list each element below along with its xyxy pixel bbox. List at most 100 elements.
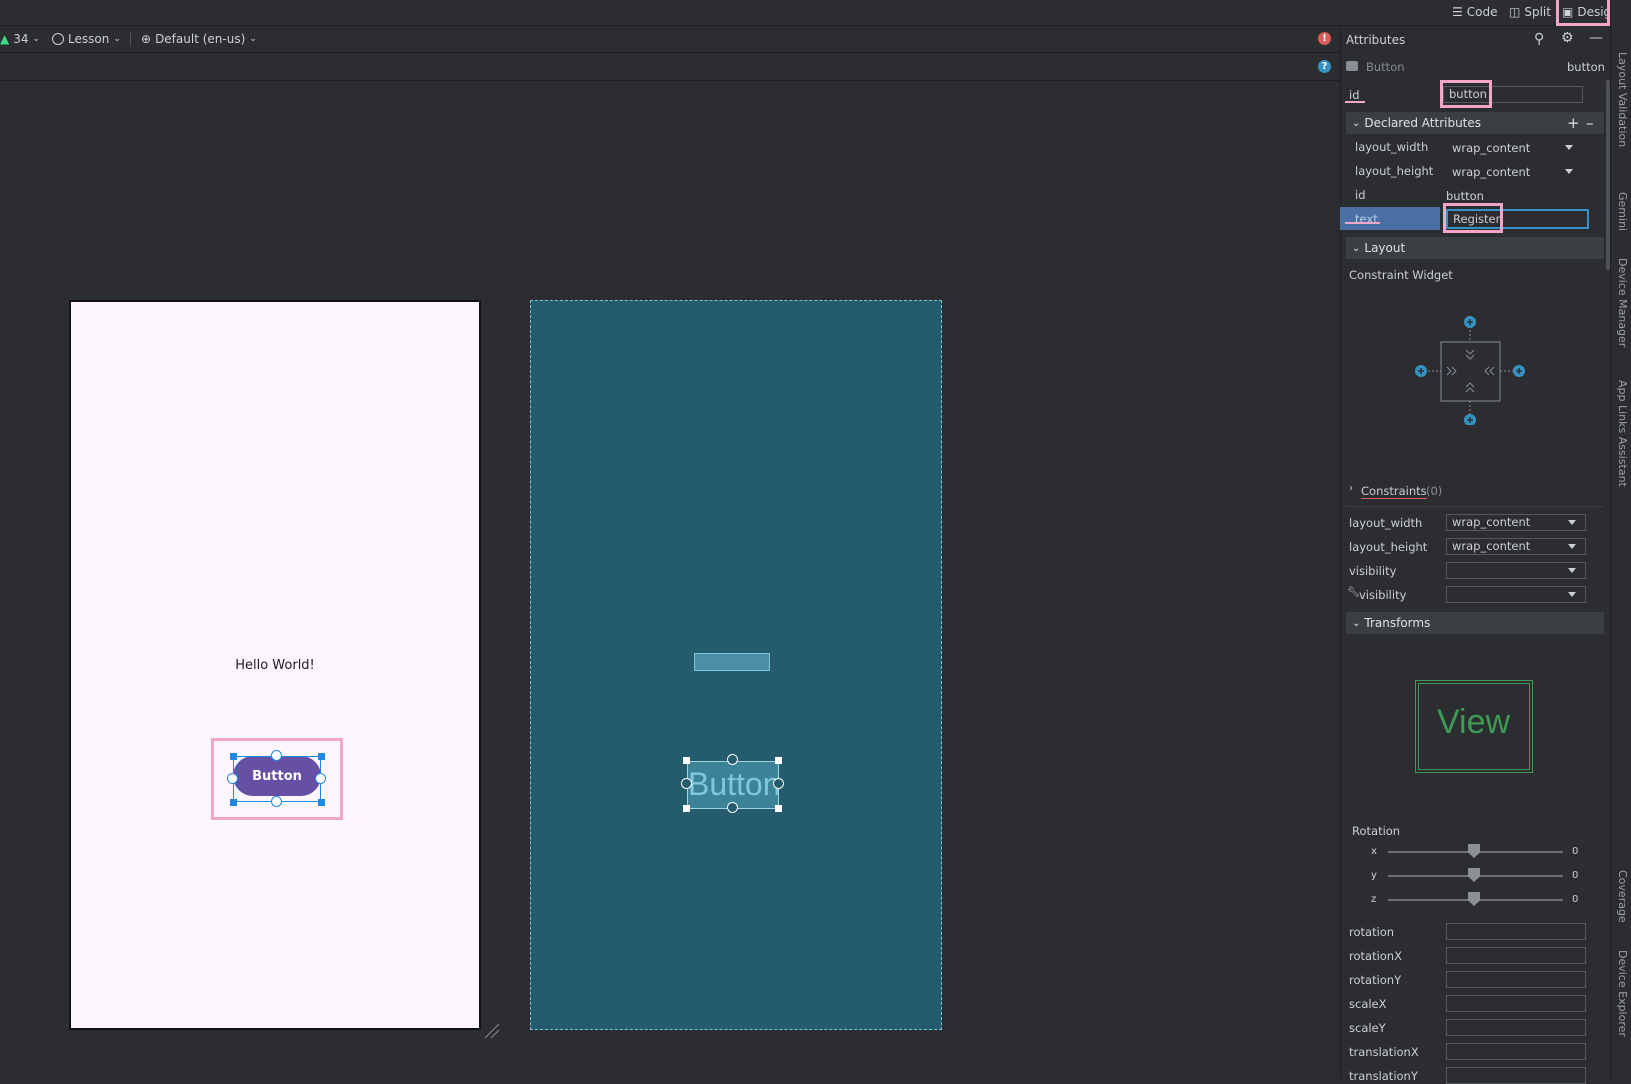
chevron-down-icon: ⌄ [32, 34, 41, 44]
widget-id: button [1567, 60, 1605, 74]
declared-attributes-header[interactable]: ⌄ Declared Attributes + – [1346, 112, 1604, 134]
attr-value[interactable]: wrap_content [1452, 165, 1530, 179]
minimize-icon[interactable]: — [1589, 30, 1603, 46]
side-tab-gemini[interactable]: Gemini [1616, 192, 1629, 231]
scaley-field[interactable] [1446, 1019, 1586, 1036]
highlight-box [1443, 203, 1503, 233]
widget-type: Button [1366, 60, 1405, 74]
constraint-anchor[interactable] [727, 754, 738, 765]
axis-value: 0 [1572, 894, 1579, 905]
dropdown-arrow-icon[interactable] [1563, 587, 1581, 602]
split-mode-button[interactable]: ◫ Split [1509, 3, 1551, 21]
add-icon[interactable]: + [1567, 114, 1580, 132]
chevron-down-icon: ⌄ [1352, 117, 1361, 129]
highlight-underline [1345, 222, 1380, 224]
android-icon: ▲ [0, 32, 10, 46]
resize-handle[interactable] [775, 805, 782, 812]
attr-name: scaleY [1349, 1021, 1386, 1035]
search-icon[interactable]: ⚲ [1534, 31, 1544, 47]
add-constraint-icon [1415, 365, 1427, 377]
rotation-label: Rotation [1352, 824, 1401, 838]
axis-value: 0 [1572, 870, 1579, 881]
dropdown-arrow-icon[interactable] [1560, 164, 1578, 179]
dropdown-arrow-icon[interactable] [1563, 539, 1581, 554]
highlight-box [211, 738, 343, 820]
transforms-header[interactable]: ⌄ Transforms [1346, 612, 1604, 634]
attr-name: layout_width [1355, 140, 1429, 154]
constraint-widget[interactable] [1410, 310, 1530, 425]
api-level-dropdown[interactable]: ▲ 34 ⌄ [0, 31, 40, 47]
rotationy-field[interactable] [1446, 971, 1586, 988]
constraint-anchor[interactable] [727, 802, 738, 813]
chevron-down-icon: ⌄ [1352, 617, 1361, 629]
design-surface[interactable]: Hello World! Button [69, 300, 481, 1030]
transform-preview: View [1415, 680, 1533, 773]
view-mode-bar: ☰ Code ◫ Split ▣ Design [0, 0, 1631, 26]
attr-name: translationX [1349, 1045, 1419, 1059]
chevron-down-icon: ⌄ [1352, 242, 1361, 254]
attr-name: rotationY [1349, 973, 1402, 987]
dropdown-arrow-icon[interactable] [1563, 515, 1581, 530]
code-icon: ☰ [1452, 5, 1463, 19]
secondary-toolbar: ? [0, 53, 1340, 81]
resize-corner-icon [484, 1023, 500, 1039]
attr-value[interactable]: button [1446, 189, 1484, 203]
layout-header[interactable]: ⌄ Layout [1346, 237, 1604, 259]
add-constraint-icon [1464, 414, 1476, 425]
blueprint-surface[interactable]: Button [530, 300, 942, 1030]
attr-name: visibility [1359, 588, 1407, 602]
right-tool-strip: Layout Validation Gemini Device Manager … [1610, 0, 1631, 1079]
divider [1346, 506, 1604, 507]
error-underline [1361, 498, 1427, 499]
scalex-field[interactable] [1446, 995, 1586, 1012]
constraint-widget-label: Constraint Widget [1349, 268, 1453, 282]
attr-name: rotation [1349, 925, 1395, 939]
constraints-label[interactable]: Constraints [1361, 484, 1427, 498]
constraint-anchor[interactable] [773, 778, 784, 789]
code-mode-button[interactable]: ☰ Code [1452, 3, 1498, 21]
help-icon[interactable]: ? [1318, 60, 1331, 73]
wrench-icon: 🔧︎ [1347, 587, 1360, 598]
attr-name: translationY [1349, 1069, 1418, 1083]
dropdown-arrow-icon[interactable] [1560, 140, 1578, 155]
remove-icon[interactable]: – [1586, 114, 1594, 132]
chevron-down-icon: ⌄ [249, 34, 257, 44]
side-tab-coverage[interactable]: Coverage [1616, 870, 1629, 923]
split-icon: ◫ [1509, 5, 1521, 19]
attr-name: layout_height [1349, 540, 1428, 554]
highlight-box [1440, 80, 1492, 108]
hello-world-textview[interactable]: Hello World! [71, 658, 479, 673]
side-tab-app-links[interactable]: App Links Assistant [1616, 380, 1629, 487]
attr-value[interactable]: wrap_content [1452, 141, 1530, 155]
side-tab-layout-validation[interactable]: Layout Validation [1616, 52, 1629, 147]
dropdown-arrow-icon[interactable] [1563, 563, 1581, 578]
chevron-down-icon: ⌄ [113, 34, 121, 44]
locale-dropdown[interactable]: ⊕ Default (en-us) ⌄ [141, 31, 257, 47]
add-constraint-icon [1513, 365, 1525, 377]
theme-dropdown[interactable]: Lesson ⌄ [52, 31, 121, 47]
blueprint-textview[interactable] [694, 653, 770, 671]
design-toolbar: ▲ 34 ⌄ Lesson ⌄ ⊕ Default (en-us) ⌄ ! [0, 26, 1340, 53]
chevron-right-icon[interactable]: › [1349, 483, 1353, 494]
resize-handle[interactable] [683, 805, 690, 812]
id-label: id [1349, 88, 1360, 102]
rotationx-field[interactable] [1446, 947, 1586, 964]
resize-corner-icon[interactable] [483, 1022, 501, 1040]
axis-value: 0 [1572, 846, 1579, 857]
constraint-anchor[interactable] [681, 778, 692, 789]
translationy-field[interactable] [1446, 1067, 1586, 1084]
side-tab-device-explorer[interactable]: Device Explorer [1616, 950, 1629, 1037]
side-tab-device-manager[interactable]: Device Manager [1616, 258, 1629, 347]
attr-name: id [1355, 188, 1366, 202]
attr-name: rotationX [1349, 949, 1402, 963]
rotation-field[interactable] [1446, 923, 1586, 940]
resize-handle[interactable] [683, 757, 690, 764]
resize-handle[interactable] [775, 757, 782, 764]
error-icon[interactable]: ! [1318, 32, 1331, 45]
add-constraint-icon [1464, 316, 1476, 328]
button-widget-icon [1346, 61, 1358, 71]
axis-label: x [1371, 846, 1377, 857]
constraints-count: (0) [1426, 484, 1443, 498]
translationx-field[interactable] [1446, 1043, 1586, 1060]
gear-icon[interactable]: ⚙ [1561, 30, 1574, 46]
